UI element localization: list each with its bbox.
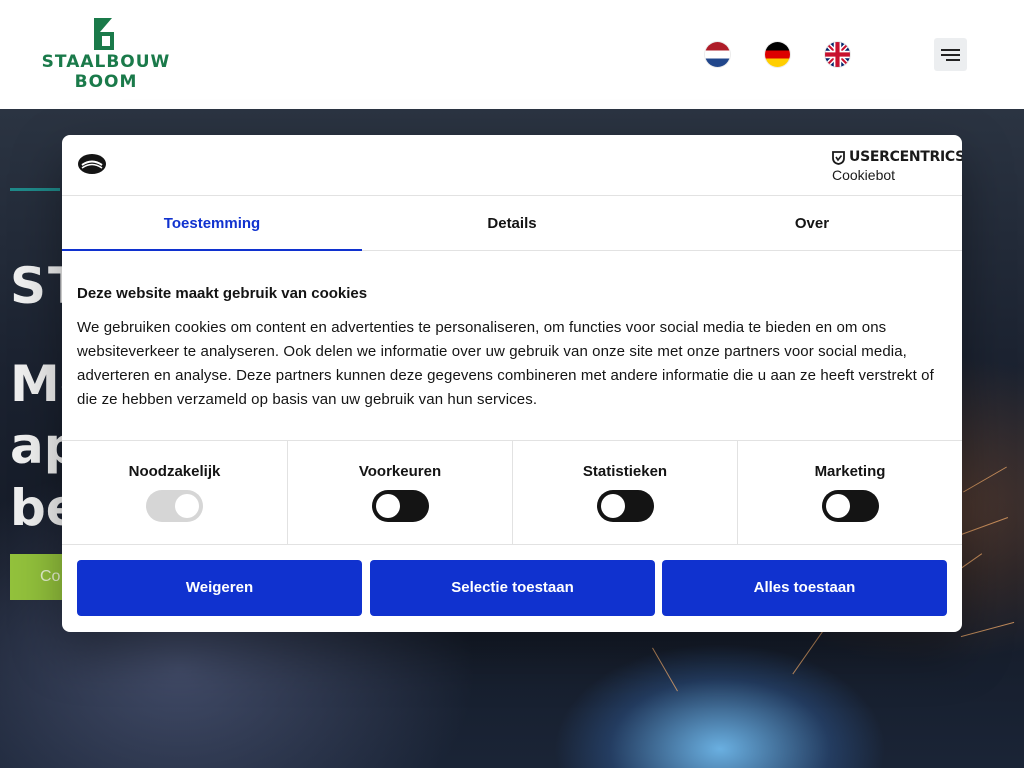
hamburger-menu-button[interactable] bbox=[934, 38, 967, 71]
necessary-toggle bbox=[146, 490, 203, 522]
allow-all-button[interactable]: Alles toestaan bbox=[662, 560, 947, 616]
tab-over[interactable]: Over bbox=[662, 196, 962, 251]
toggle-group-preferences: Voorkeuren bbox=[287, 441, 512, 545]
cookie-consent-dialog: USERCENTRICS Cookiebot Toestemming Detai… bbox=[62, 135, 962, 632]
menu-line bbox=[941, 54, 960, 56]
toggle-label: Noodzakelijk bbox=[128, 463, 221, 480]
spark-decoration bbox=[652, 647, 678, 692]
spark-decoration bbox=[792, 624, 828, 675]
usercentrics-brand-text: USERCENTRICS bbox=[849, 149, 962, 165]
spark-decoration bbox=[960, 621, 1015, 638]
dialog-tabs: Toestemming Details Over bbox=[62, 196, 962, 251]
flag-uk-icon[interactable] bbox=[825, 42, 850, 67]
consent-toggles: Noodzakelijk Voorkeuren Statistieken Mar… bbox=[62, 440, 962, 545]
tab-toestemming[interactable]: Toestemming bbox=[62, 196, 362, 251]
site-header: STAALBOUW BOOM bbox=[0, 0, 1024, 109]
toggle-knob bbox=[826, 494, 850, 518]
dialog-header: USERCENTRICS Cookiebot bbox=[62, 135, 962, 196]
logo-mark-icon bbox=[94, 18, 114, 50]
usercentrics-logo: USERCENTRICS Cookiebot bbox=[832, 149, 962, 183]
menu-line bbox=[946, 59, 960, 61]
statistics-toggle[interactable] bbox=[597, 490, 654, 522]
spark-decoration bbox=[963, 466, 1007, 493]
toggle-group-marketing: Marketing bbox=[737, 441, 962, 545]
toggle-label: Marketing bbox=[814, 463, 886, 480]
deny-button[interactable]: Weigeren bbox=[77, 560, 362, 616]
toggle-group-statistics: Statistieken bbox=[512, 441, 737, 545]
logo-text-line2: BOOM bbox=[74, 72, 138, 92]
cookiebot-label: Cookiebot bbox=[832, 167, 896, 183]
flag-netherlands-icon[interactable] bbox=[705, 42, 730, 67]
logo-text-line1: STAALBOUW bbox=[41, 52, 171, 72]
usercentrics-brand: USERCENTRICS bbox=[832, 149, 962, 167]
toggle-group-necessary: Noodzakelijk bbox=[62, 441, 287, 545]
dialog-title: Deze website maakt gebruik van cookies bbox=[77, 285, 368, 302]
toggle-label: Voorkeuren bbox=[358, 463, 442, 480]
allow-selection-button[interactable]: Selectie toestaan bbox=[370, 560, 655, 616]
tab-details[interactable]: Details bbox=[362, 196, 662, 251]
flag-germany-icon[interactable] bbox=[765, 42, 790, 67]
dialog-body-text: We gebruiken cookies om content en adver… bbox=[77, 319, 934, 408]
hero-accent-line bbox=[10, 188, 60, 191]
shield-icon bbox=[832, 151, 845, 165]
cookie-icon bbox=[78, 154, 106, 174]
preferences-toggle[interactable] bbox=[372, 490, 429, 522]
company-logo[interactable]: STAALBOUW BOOM bbox=[38, 18, 174, 92]
toggle-knob bbox=[175, 494, 199, 518]
menu-line bbox=[941, 49, 960, 51]
dialog-content: Deze website maakt gebruik van cookies W… bbox=[77, 285, 947, 412]
toggle-knob bbox=[376, 494, 400, 518]
marketing-toggle[interactable] bbox=[822, 490, 879, 522]
toggle-label: Statistieken bbox=[582, 463, 668, 480]
toggle-knob bbox=[601, 494, 625, 518]
